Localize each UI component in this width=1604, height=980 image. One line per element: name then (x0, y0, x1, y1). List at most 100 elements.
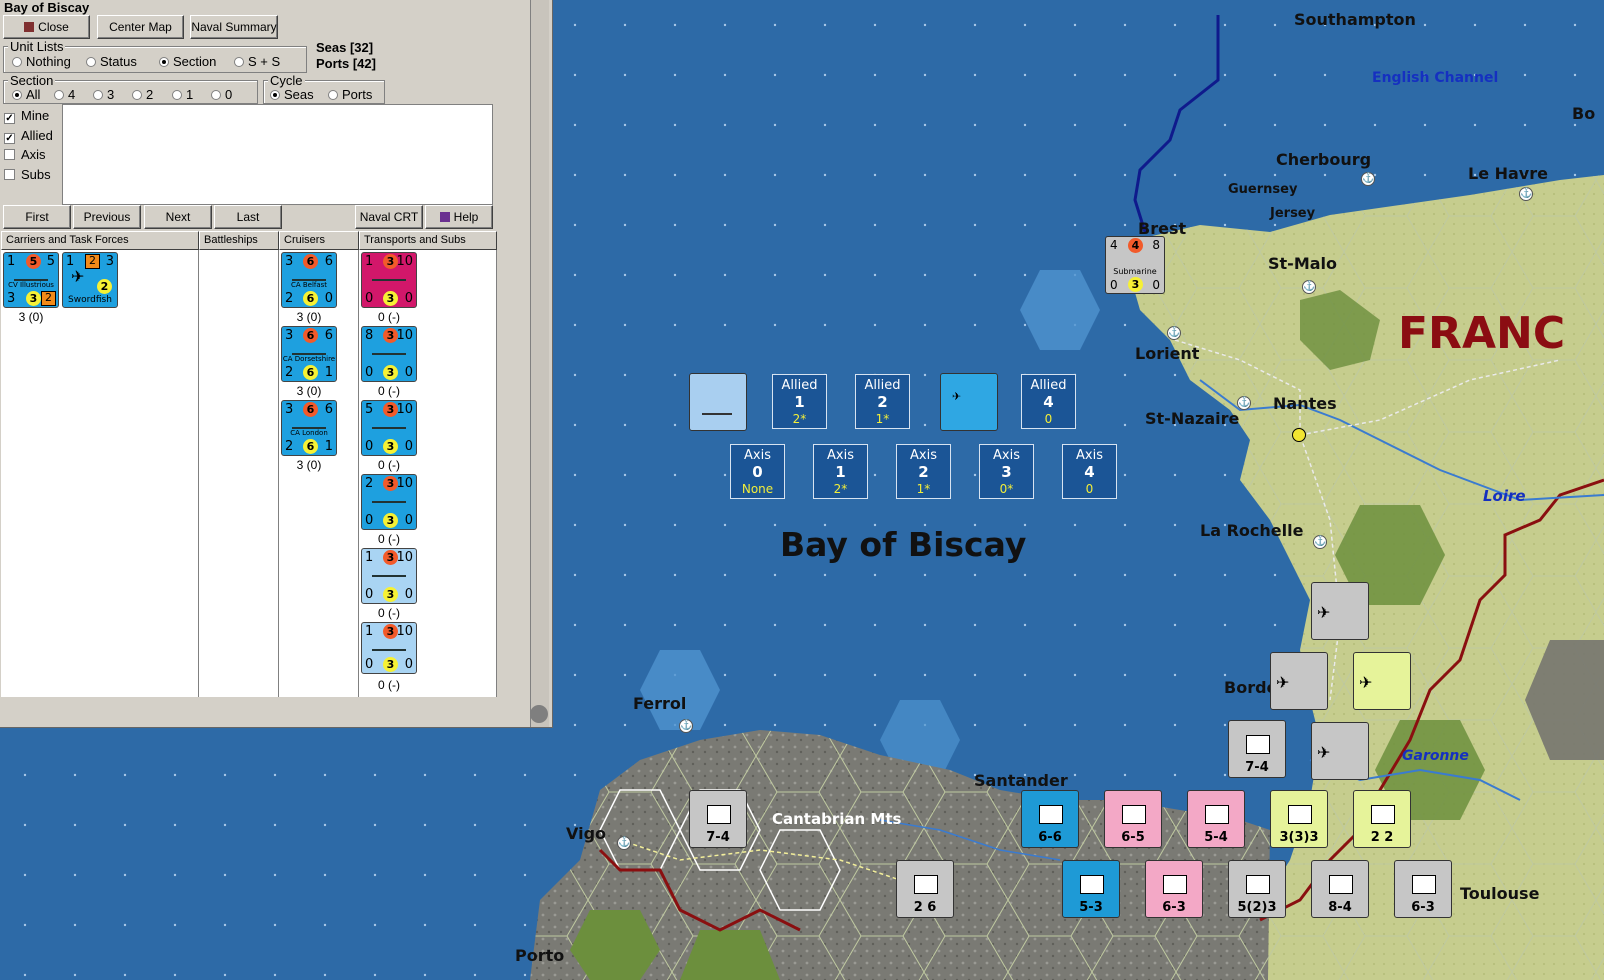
land-unit-counter[interactable]: 6-6 (1021, 790, 1079, 848)
filter-allied-checkbox[interactable]: ✓ Allied (4, 128, 53, 144)
counter-stat: 6 (303, 328, 318, 343)
cycle-ports-radio[interactable]: Ports (328, 87, 372, 102)
unit-strength: 6-3 (1411, 900, 1435, 915)
center-map-button[interactable]: Center Map (97, 15, 184, 39)
filter-mine-checkbox[interactable]: ✓ Mine (4, 108, 49, 124)
allied-zone-box-4[interactable]: Allied 4 0 (1021, 374, 1076, 429)
land-unit-counter[interactable]: 6-3 (1394, 860, 1452, 918)
air-counter-ju87b[interactable]: ✈ (1311, 722, 1369, 780)
ship-unit-counter[interactable]: 5 3 10 0 3 0 (361, 400, 417, 456)
air-counter-he115[interactable]: ✈ (1311, 582, 1369, 640)
axis-zone-box-1[interactable]: Axis 1 2* (813, 444, 868, 499)
ship-unit-counter[interactable]: 2 3 10 0 3 0 (361, 474, 417, 530)
section-3-radio[interactable]: 3 (93, 87, 114, 102)
next-button[interactable]: Next (144, 205, 212, 229)
previous-button[interactable]: Previous (73, 205, 141, 229)
unit-list-nothing-radio[interactable]: Nothing (12, 54, 71, 69)
section-4-radio[interactable]: 4 (54, 87, 75, 102)
counter-caption: 0 (-) (378, 458, 400, 472)
city-icon[interactable] (1292, 428, 1306, 442)
detail-text-area[interactable] (62, 104, 493, 205)
column-header-battleships[interactable]: Battleships (199, 231, 279, 250)
close-button[interactable]: Close (3, 15, 90, 39)
land-unit-counter[interactable]: 7-4 (689, 790, 747, 848)
ship-unit-counter[interactable]: 3 6 6 CA London 2 6 1 (281, 400, 337, 456)
land-unit-counter[interactable]: 6-5 (1104, 790, 1162, 848)
filter-subs-checkbox[interactable]: Subs (4, 167, 51, 182)
port-anchor-icon[interactable]: ⚓ (1313, 535, 1327, 549)
port-anchor-icon[interactable]: ⚓ (1302, 280, 1316, 294)
infantry-icon (1122, 805, 1146, 824)
zone-section-number: 0 (752, 463, 763, 481)
port-anchor-icon[interactable]: ⚓ (1237, 396, 1251, 410)
section-0-radio[interactable]: 0 (211, 87, 232, 102)
allied-zone-box-1[interactable]: Allied 1 2* (772, 374, 827, 429)
air-counter-gabbiano[interactable]: ✈ (1353, 652, 1411, 710)
unit-strength: 5(2)3 (1237, 900, 1277, 915)
port-anchor-icon[interactable]: ⚓ (617, 836, 631, 850)
axis-zone-box-4[interactable]: Axis 4 0 (1062, 444, 1117, 499)
last-button[interactable]: Last (214, 205, 282, 229)
land-unit-counter[interactable]: 8-4 (1311, 860, 1369, 918)
carrier-unit-counter[interactable]: 1 5 5 CV Illustrious 3 3 2 (3, 252, 59, 308)
port-anchor-icon[interactable]: ⚓ (679, 719, 693, 733)
section-all-radio[interactable]: All (12, 87, 40, 102)
naval-summary-button[interactable]: Naval Summary (190, 15, 278, 39)
land-unit-counter[interactable]: 5-3 (1062, 860, 1120, 918)
battleships-column (199, 250, 279, 697)
ship-icon (372, 343, 406, 355)
place-le-havre: Le Havre (1468, 164, 1548, 183)
axis-zone-box-2[interactable]: Axis 2 1* (896, 444, 951, 499)
unit-list-status-radio[interactable]: Status (86, 54, 137, 69)
counter-stat: 0 (324, 291, 333, 306)
naval-crt-button[interactable]: Naval CRT (355, 205, 423, 229)
resize-grip-icon[interactable] (530, 705, 548, 723)
dialog-scrollbar[interactable] (530, 0, 549, 727)
counter-caption: 3 (0) (296, 458, 322, 472)
unit-list-section-radio[interactable]: Section (159, 54, 216, 69)
land-unit-counter[interactable]: 7-4 (1228, 720, 1286, 778)
axis-zone-box-0[interactable]: Axis 0 None (730, 444, 785, 499)
port-anchor-icon[interactable]: ⚓ (1167, 326, 1181, 340)
column-header-transports[interactable]: Transports and Subs (359, 231, 497, 250)
help-button[interactable]: Help (425, 205, 493, 229)
swordfish-air-counter[interactable]: ✈ (940, 373, 998, 431)
zone-section-number: 4 (1084, 463, 1095, 481)
section-1-radio[interactable]: 1 (172, 87, 193, 102)
filter-axis-checkbox[interactable]: Axis (4, 147, 46, 162)
land-unit-counter[interactable]: 5-4 (1187, 790, 1245, 848)
land-unit-counter[interactable]: 2 2 (1353, 790, 1411, 848)
ship-unit-counter[interactable]: 8 3 10 0 3 0 (361, 326, 417, 382)
column-header-cruisers[interactable]: Cruisers (279, 231, 359, 250)
place-st-nazaire: St-Nazaire (1145, 409, 1240, 428)
land-unit-counter[interactable]: 6-3 (1145, 860, 1203, 918)
first-button[interactable]: First (3, 205, 71, 229)
submarine-counter[interactable]: 4 4 8 Submarine 0 3 0 (1105, 236, 1165, 294)
ship-unit-counter[interactable]: 1 3 10 0 3 0 (361, 622, 417, 674)
port-anchor-icon[interactable]: ⚓ (1519, 187, 1533, 201)
naval-stack-counter[interactable] (689, 373, 747, 431)
allied-zone-box-2[interactable]: Allied 2 1* (855, 374, 910, 429)
section-2-radio[interactable]: 2 (132, 87, 153, 102)
ship-unit-counter[interactable]: 1 3 10 0 3 0 (361, 548, 417, 604)
unit-list-s-plus-s-radio[interactable]: S + S (234, 54, 280, 69)
sea-area-dialog: Bay of Biscay Close Center Map Naval Sum… (0, 0, 553, 728)
unit-strength: 3(3)3 (1279, 830, 1319, 845)
column-header-carriers[interactable]: Carriers and Task Forces (1, 231, 199, 250)
ship-unit-counter[interactable]: 3 6 6 CA Belfast 2 6 0 (281, 252, 337, 308)
swordfish-air-unit-counter[interactable]: 1 2 3 ✈ 2 Swordfish (62, 252, 118, 308)
help-book-icon (439, 212, 450, 222)
cycle-seas-radio[interactable]: Seas (270, 87, 314, 102)
axis-zone-box-3[interactable]: Axis 3 0* (979, 444, 1034, 499)
zone-side-label: Allied (1030, 378, 1067, 393)
ship-unit-counter[interactable]: 1 3 10 0 3 0 (361, 252, 417, 308)
port-anchor-icon[interactable]: ⚓ (1361, 172, 1375, 186)
land-unit-counter[interactable]: 5(2)3 (1228, 860, 1286, 918)
land-unit-counter[interactable]: 3(3)3 (1270, 790, 1328, 848)
ship-unit-counter[interactable]: 3 6 6 CA Dorsetshire 2 6 1 (281, 326, 337, 382)
ship-icon (702, 396, 732, 415)
counter-stat: 6 (303, 365, 318, 380)
land-unit-counter[interactable]: 2 6 (896, 860, 954, 918)
air-counter-bf109[interactable]: ✈ (1270, 652, 1328, 710)
section-group: Section All 4 3 2 1 0 (3, 73, 258, 104)
